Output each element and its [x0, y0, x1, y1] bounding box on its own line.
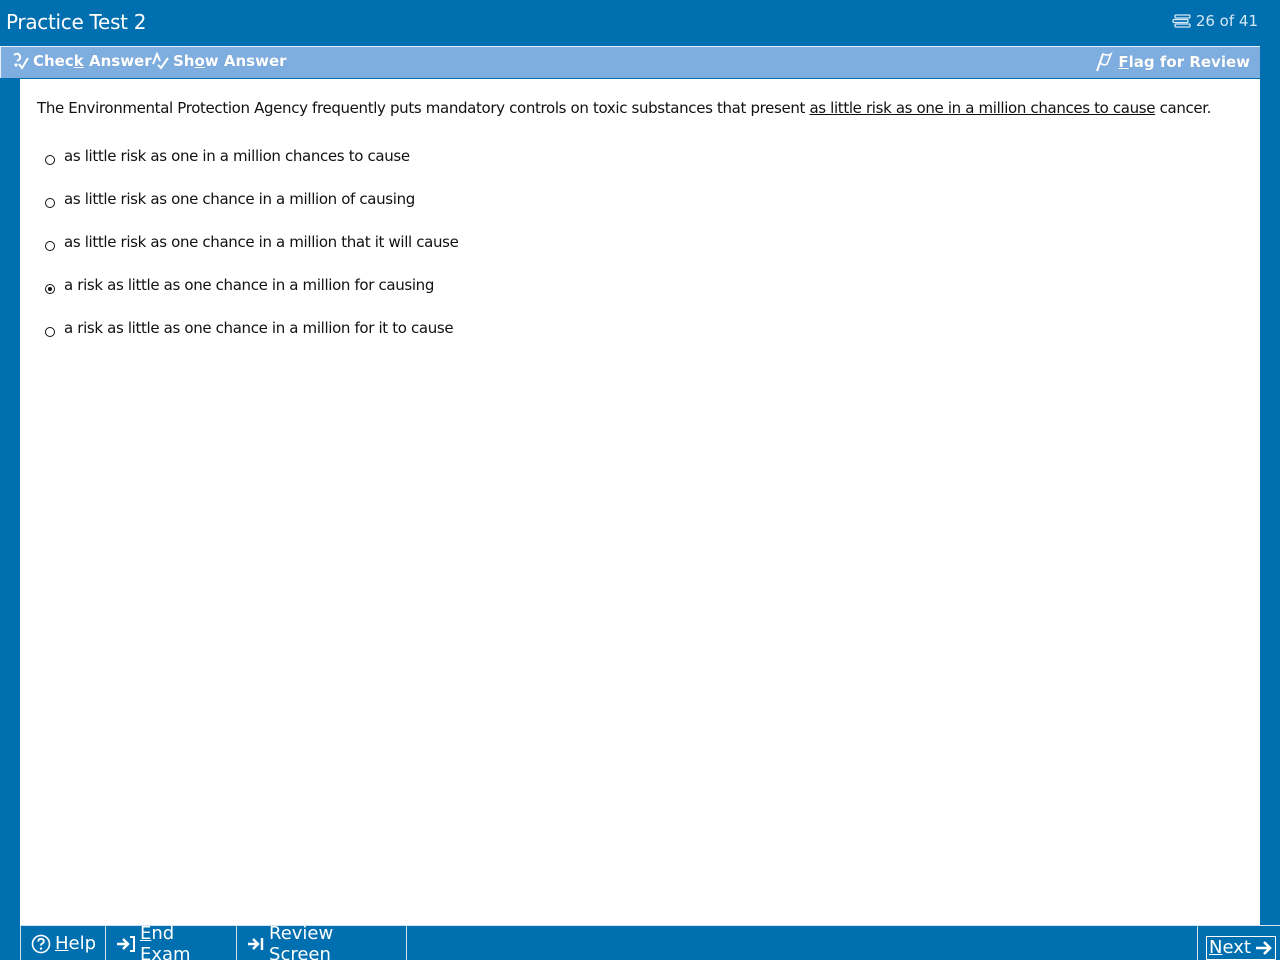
question-counter: 26 of 41	[1172, 12, 1258, 30]
review-screen-label: Review Screen	[269, 922, 334, 960]
question-list-icon	[1172, 14, 1192, 28]
bottom-navigation-bar: Help End Exam Review Screen Next	[20, 922, 1280, 960]
next-label: Next	[1209, 937, 1251, 958]
radio-button-selected[interactable]	[45, 283, 55, 294]
answer-option-label: a risk as little as one chance in a mill…	[64, 275, 434, 294]
radio-button[interactable]	[45, 197, 55, 208]
check-answer-label: Check Answer	[33, 52, 152, 70]
answer-options: as little risk as one in a million chanc…	[45, 136, 459, 351]
show-answer-button[interactable]: Show Answer	[151, 52, 287, 70]
review-screen-button[interactable]: Review Screen	[237, 922, 407, 960]
help-button[interactable]: Help	[20, 926, 106, 960]
question-stem: The Environmental Protection Agency freq…	[37, 99, 1212, 117]
radio-button[interactable]	[45, 326, 55, 337]
flag-for-review-button[interactable]: Flag for Review	[1094, 52, 1250, 72]
exit-arrow-icon	[116, 935, 136, 953]
toolbar: Check Answer Show Answer Flag for Review	[0, 46, 1260, 78]
check-answer-icon	[11, 52, 29, 70]
show-answer-icon	[151, 52, 169, 70]
help-icon	[31, 934, 51, 954]
answer-option-b[interactable]: as little risk as one chance in a millio…	[45, 179, 459, 222]
answer-option-a[interactable]: as little risk as one in a million chanc…	[45, 136, 459, 179]
flag-icon	[1094, 52, 1114, 72]
question-panel: The Environmental Protection Agency freq…	[20, 79, 1260, 925]
arrow-right-icon	[1255, 939, 1273, 957]
arrow-to-bar-icon	[247, 935, 265, 953]
next-button[interactable]: Next	[1197, 926, 1280, 960]
answer-option-label: as little risk as one chance in a millio…	[64, 189, 415, 208]
answer-option-label: as little risk as one chance in a millio…	[64, 232, 459, 251]
end-exam-label: End Exam	[140, 922, 191, 960]
answer-option-label: as little risk as one in a million chanc…	[64, 146, 410, 165]
answer-option-e[interactable]: a risk as little as one chance in a mill…	[45, 308, 459, 351]
radio-button[interactable]	[45, 154, 55, 165]
question-counter-text: 26 of 41	[1195, 12, 1258, 30]
answer-option-label: a risk as little as one chance in a mill…	[64, 318, 454, 337]
check-answer-button[interactable]: Check Answer	[11, 52, 152, 70]
exam-window: Practice Test 2 26 of 41 Check Answer Sh…	[0, 0, 1280, 960]
page-title: Practice Test 2	[6, 10, 147, 34]
answer-option-c[interactable]: as little risk as one chance in a millio…	[45, 222, 459, 265]
radio-button[interactable]	[45, 240, 55, 251]
help-label: Help	[55, 933, 97, 954]
next-button-focus-frame: Next	[1206, 935, 1276, 960]
title-bar: Practice Test 2 26 of 41	[0, 0, 1280, 46]
show-answer-label: Show Answer	[173, 52, 287, 70]
flag-for-review-label: Flag for Review	[1118, 53, 1250, 71]
underlined-phrase: as little risk as one in a million chanc…	[809, 99, 1156, 117]
answer-option-d[interactable]: a risk as little as one chance in a mill…	[45, 265, 459, 308]
end-exam-button[interactable]: End Exam	[106, 922, 237, 960]
